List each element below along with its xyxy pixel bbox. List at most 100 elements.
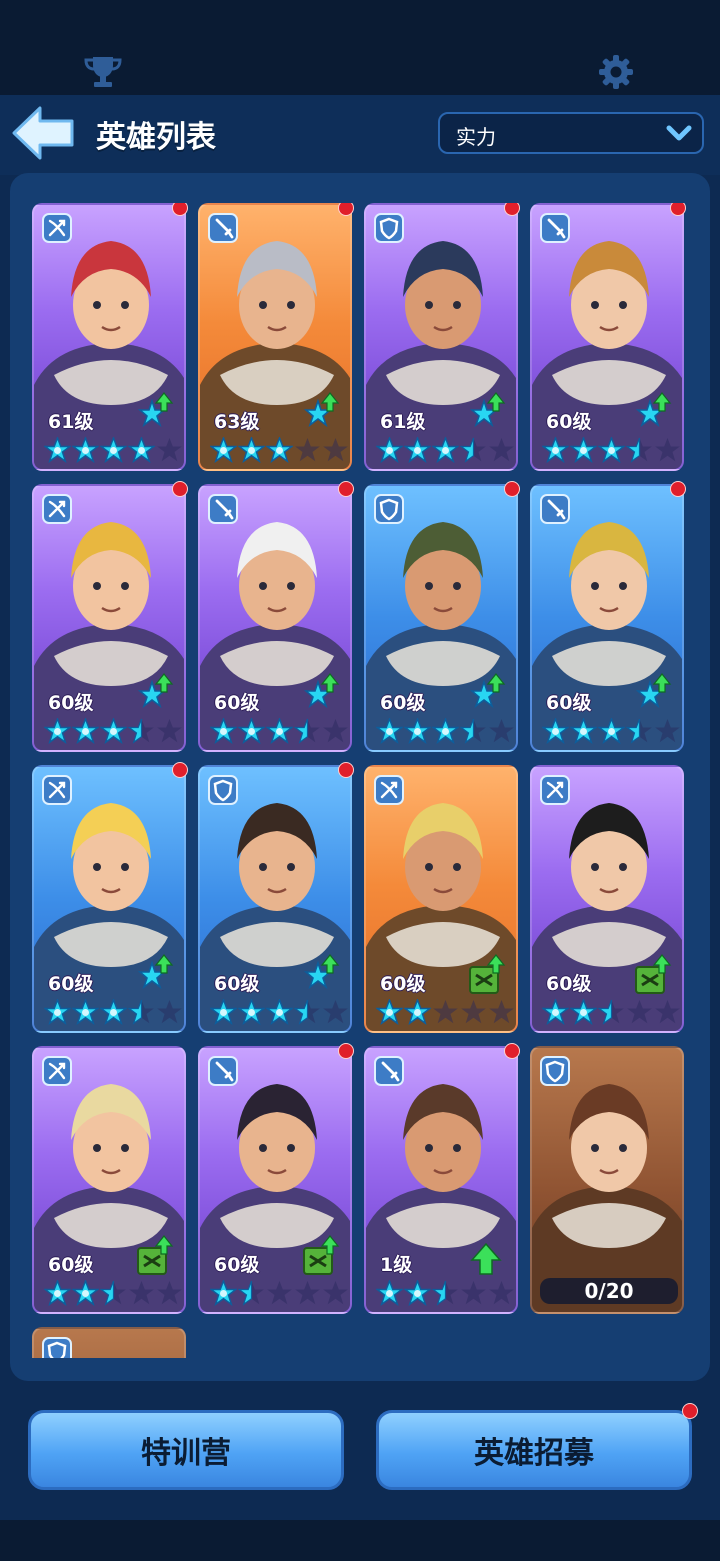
hero-level: 61级 — [48, 411, 94, 433]
star-filled-icon — [208, 997, 239, 1026]
notification-dot — [338, 481, 354, 497]
sort-dropdown[interactable]: 实力 — [438, 112, 704, 154]
chevron-down-icon — [666, 125, 692, 141]
hero-star-rating — [208, 997, 350, 1026]
notification-dot — [338, 762, 354, 778]
shield-icon — [374, 213, 404, 243]
hero-card[interactable]: 60级 — [32, 765, 186, 1033]
star-upgrade-icon — [134, 953, 174, 999]
star-empty-icon — [156, 437, 183, 463]
star-filled-icon — [596, 716, 627, 745]
shield-icon — [374, 494, 404, 524]
trophy-icon[interactable] — [83, 52, 123, 92]
star-half-icon — [625, 718, 653, 744]
hero-card[interactable]: 61级 — [364, 203, 518, 471]
star-filled-icon — [42, 997, 73, 1026]
star-filled-icon — [264, 435, 295, 464]
back-button[interactable] — [10, 104, 76, 162]
hero-level: 60级 — [546, 411, 592, 433]
star-filled-icon — [402, 1278, 433, 1307]
star-empty-icon — [460, 1280, 487, 1306]
star-filled-icon — [236, 997, 267, 1026]
star-filled-icon — [568, 435, 599, 464]
star-filled-icon — [374, 435, 405, 464]
star-filled-icon — [374, 1278, 405, 1307]
star-upgrade-icon — [632, 391, 672, 437]
hero-level: 60级 — [48, 973, 94, 995]
training-camp-label: 特训营 — [141, 1436, 231, 1471]
star-empty-icon — [294, 437, 321, 463]
star-half-icon — [293, 718, 321, 744]
star-empty-icon — [460, 999, 487, 1025]
hero-level: 60级 — [546, 973, 592, 995]
hero-card[interactable]: 0/20 — [530, 1046, 684, 1314]
hero-card[interactable]: 60级 — [198, 1046, 352, 1314]
hero-card[interactable]: 61级 — [32, 203, 186, 471]
hero-level: 60级 — [48, 692, 94, 714]
sword-icon — [374, 1056, 404, 1086]
notification-dot — [338, 1043, 354, 1059]
star-half-icon — [237, 1280, 265, 1306]
hero-card[interactable]: 60级 — [198, 765, 352, 1033]
hero-level: 60级 — [214, 973, 260, 995]
training-camp-button[interactable]: 特训营 — [28, 1410, 344, 1490]
hero-star-rating — [208, 716, 350, 745]
star-filled-icon — [402, 997, 433, 1026]
star-upgrade-icon — [300, 391, 340, 437]
hero-level: 60级 — [546, 692, 592, 714]
hero-card[interactable]: 60级 — [530, 203, 684, 471]
star-empty-icon — [266, 1280, 293, 1306]
star-filled-icon — [98, 997, 129, 1026]
star-filled-icon — [42, 435, 73, 464]
star-empty-icon — [654, 437, 681, 463]
star-empty-icon — [294, 1280, 321, 1306]
star-half-icon — [625, 437, 653, 463]
star-upgrade-icon — [632, 672, 672, 718]
hero-card[interactable]: 60级 — [530, 765, 684, 1033]
star-filled-icon — [540, 997, 571, 1026]
hero-star-rating — [208, 435, 350, 464]
star-filled-icon — [208, 1278, 239, 1307]
star-empty-icon — [322, 437, 349, 463]
crossbow-icon — [42, 213, 72, 243]
star-filled-icon — [374, 716, 405, 745]
hero-card[interactable] — [32, 1327, 186, 1358]
star-half-icon — [459, 437, 487, 463]
star-filled-icon — [70, 435, 101, 464]
hero-card[interactable]: 1级 — [364, 1046, 518, 1314]
notification-dot — [172, 762, 188, 778]
star-empty-icon — [432, 999, 459, 1025]
star-empty-icon — [156, 1280, 183, 1306]
hero-star-rating — [540, 435, 682, 464]
star-filled-icon — [568, 716, 599, 745]
hero-card[interactable]: 60级 — [364, 765, 518, 1033]
star-filled-icon — [402, 435, 433, 464]
star-half-icon — [99, 1280, 127, 1306]
gear-icon[interactable] — [596, 52, 636, 92]
bottom-bar — [0, 1520, 720, 1561]
hero-shard-progress: 0/20 — [540, 1278, 678, 1304]
star-filled-icon — [98, 716, 129, 745]
hero-level: 1级 — [380, 1254, 413, 1276]
shield-icon — [208, 775, 238, 805]
hero-card[interactable]: 60级 — [364, 484, 518, 752]
star-filled-icon — [42, 716, 73, 745]
hero-card[interactable]: 60级 — [32, 484, 186, 752]
hero-card[interactable]: 60级 — [530, 484, 684, 752]
hero-recruit-button[interactable]: 英雄招募 — [376, 1410, 692, 1490]
upgrade-arrow-icon — [466, 1234, 506, 1280]
star-filled-icon — [264, 716, 295, 745]
star-filled-icon — [208, 716, 239, 745]
star-empty-icon — [322, 718, 349, 744]
hero-card[interactable]: 60级 — [198, 484, 352, 752]
hero-star-rating — [42, 997, 184, 1026]
star-filled-icon — [540, 435, 571, 464]
star-filled-icon — [264, 997, 295, 1026]
hero-level: 60级 — [380, 692, 426, 714]
star-empty-icon — [156, 999, 183, 1025]
hero-card[interactable]: 60级 — [32, 1046, 186, 1314]
star-half-icon — [459, 718, 487, 744]
back-arrow-icon — [12, 106, 74, 160]
star-empty-icon — [156, 718, 183, 744]
hero-card[interactable]: 63级 — [198, 203, 352, 471]
